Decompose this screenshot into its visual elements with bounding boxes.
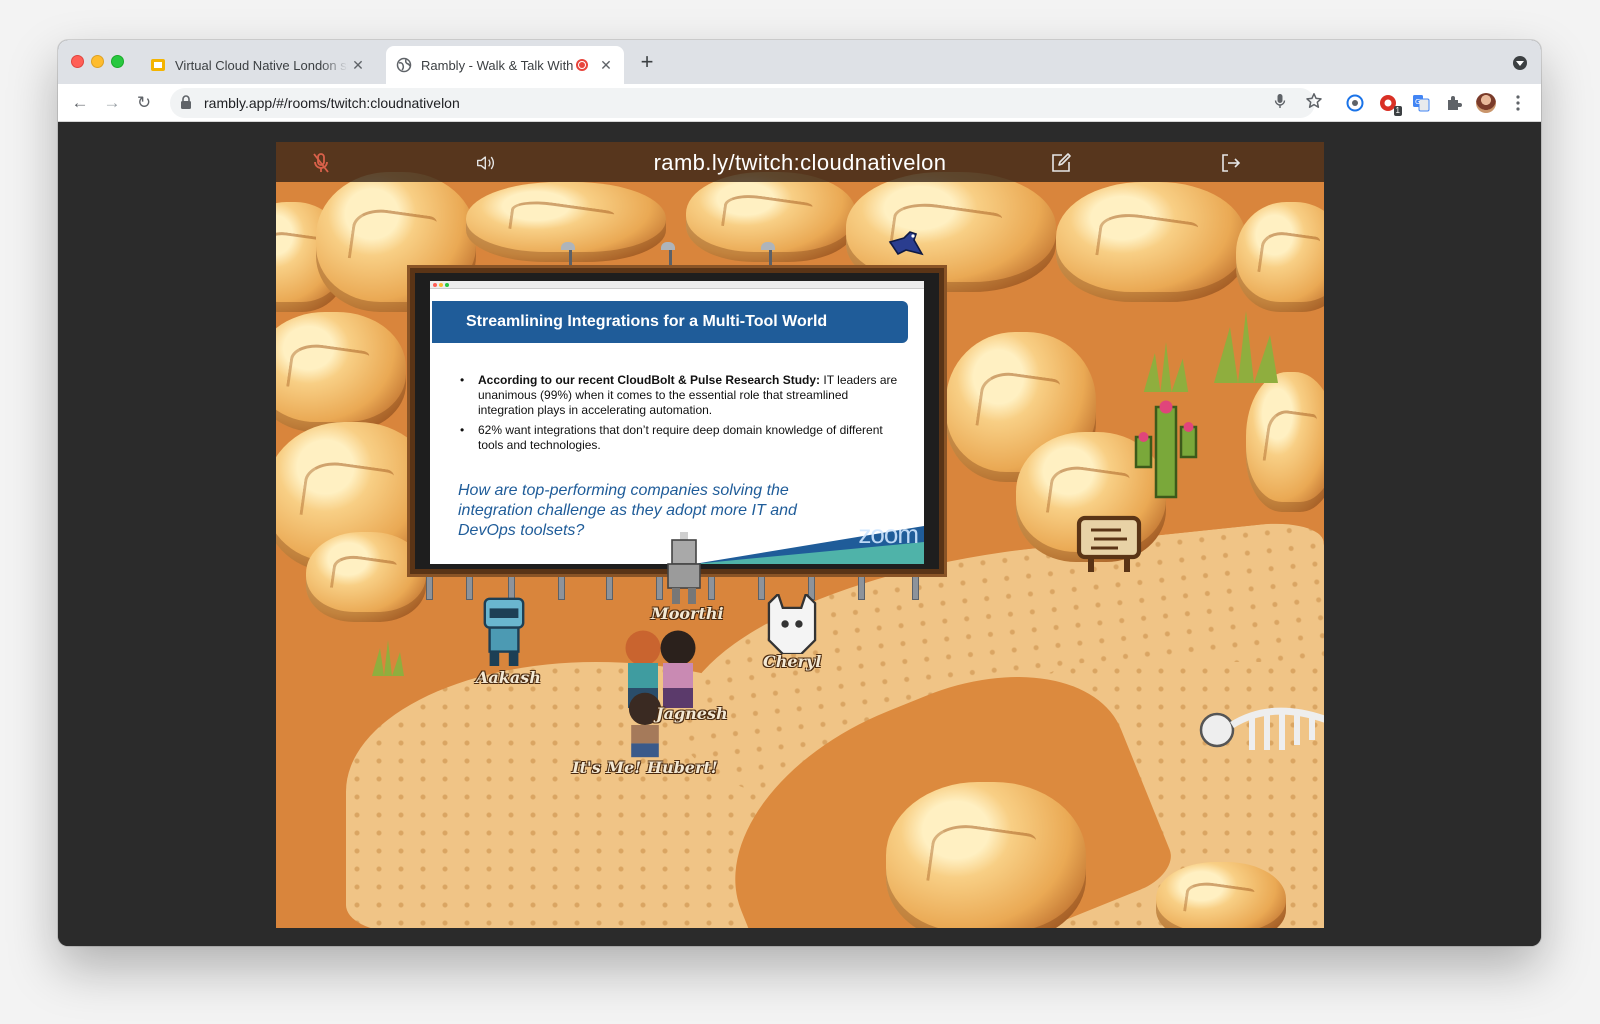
slide-window-bar: [430, 281, 924, 289]
tab-slides[interactable]: Virtual Cloud Native London sli ✕: [140, 46, 376, 84]
microphone-icon[interactable]: [1271, 92, 1289, 110]
presentation-screen[interactable]: Streamlining Integrations for a Multi-To…: [410, 268, 944, 574]
rock: [306, 532, 426, 622]
rock: [1056, 182, 1246, 302]
close-window-button[interactable]: [71, 55, 84, 68]
browser-window: Virtual Cloud Native London sli ✕ Rambly…: [58, 40, 1541, 946]
slide-heading: Streamlining Integrations for a Multi-To…: [432, 301, 908, 343]
close-tab-icon[interactable]: ✕: [348, 57, 368, 74]
profile-avatar[interactable]: [1476, 93, 1496, 113]
room-title: ramb.ly/twitch:cloudnativelon: [653, 150, 947, 175]
skeleton: [1199, 707, 1324, 750]
address-bar[interactable]: rambly.app/#/rooms/twitch:cloudnativelon: [170, 88, 1315, 118]
rock: [276, 312, 406, 432]
player-name: Aakash: [476, 668, 541, 687]
rock: [1236, 202, 1324, 312]
back-button[interactable]: ←: [70, 93, 90, 113]
rock: [1156, 862, 1286, 928]
avatar-cheryl[interactable]: [764, 594, 820, 654]
tab-search-icon[interactable]: [1513, 56, 1527, 70]
player-name: Jagnesh: [656, 704, 728, 723]
url-text: rambly.app/#/rooms/twitch:cloudnativelon: [204, 95, 460, 111]
street-lamp: [561, 242, 581, 270]
game-canvas[interactable]: ramb.ly/twitch:cloudnativelon Streamlini…: [276, 142, 1324, 928]
grass-tuft: [1143, 342, 1189, 392]
close-tab-icon[interactable]: ✕: [596, 57, 616, 74]
crow: [888, 231, 924, 256]
player-name: Cheryl: [763, 652, 822, 671]
player-name: It's Me! Hubert!: [572, 758, 718, 777]
slides-icon: [150, 57, 166, 73]
new-tab-button[interactable]: +: [635, 51, 659, 73]
room-header: ramb.ly/twitch:cloudnativelon: [276, 142, 1324, 182]
rock: [1246, 372, 1324, 512]
rock: [886, 782, 1086, 928]
tab-rambly[interactable]: Rambly - Walk & Talk With ✕: [386, 46, 624, 84]
extension-icon[interactable]: 1: [1378, 93, 1402, 116]
edit-icon[interactable]: [1050, 152, 1072, 174]
bookmark-star-icon[interactable]: [1305, 92, 1323, 110]
reload-button[interactable]: ↻: [134, 93, 154, 113]
exit-icon[interactable]: [1220, 152, 1242, 174]
globe-icon: [396, 57, 412, 73]
translate-icon[interactable]: G: [1411, 93, 1431, 113]
cactus: [1134, 400, 1198, 499]
maximize-window-button[interactable]: [111, 55, 124, 68]
page-content: ramb.ly/twitch:cloudnativelon Streamlini…: [58, 122, 1541, 946]
street-lamp: [761, 242, 781, 270]
svg-text:G: G: [1415, 98, 1420, 106]
tab-title: Virtual Cloud Native London sli: [175, 57, 348, 73]
extension-icon[interactable]: [1345, 93, 1365, 113]
lock-icon[interactable]: [180, 95, 194, 111]
forward-button[interactable]: →: [102, 93, 122, 113]
player-name: Moorthi: [651, 604, 724, 623]
avatar-moorthi[interactable]: [660, 532, 708, 604]
slide-bullet: 62% want integrations that don’t require…: [460, 423, 900, 453]
shared-slide: Streamlining Integrations for a Multi-To…: [430, 281, 924, 564]
signpost[interactable]: [1076, 514, 1142, 576]
bullet-bold: According to our recent CloudBolt & Puls…: [478, 373, 821, 387]
menu-icon[interactable]: [1508, 93, 1528, 113]
recording-icon: [576, 59, 588, 71]
avatar: [1476, 93, 1496, 113]
minimize-window-button[interactable]: [91, 55, 104, 68]
browser-toolbar: ← → ↻ rambly.app/#/rooms/twitch:cloudnat…: [58, 84, 1541, 122]
avatar-aakash[interactable]: [474, 594, 534, 666]
zoom-watermark: zoom: [858, 519, 919, 549]
slide-bullet: According to our recent CloudBolt & Puls…: [460, 373, 900, 418]
puzzle-icon[interactable]: [1444, 93, 1464, 113]
street-lamp: [661, 242, 681, 270]
slide-bullets: According to our recent CloudBolt & Puls…: [460, 373, 900, 458]
tab-strip: Virtual Cloud Native London sli ✕ Rambly…: [58, 40, 1541, 84]
extension-badge: 1: [1393, 106, 1402, 116]
avatar-hubert[interactable]: [622, 692, 668, 758]
tab-title: Rambly - Walk & Talk With: [421, 57, 574, 73]
grass-tuft: [372, 640, 404, 676]
grass-tuft: [1214, 311, 1278, 383]
